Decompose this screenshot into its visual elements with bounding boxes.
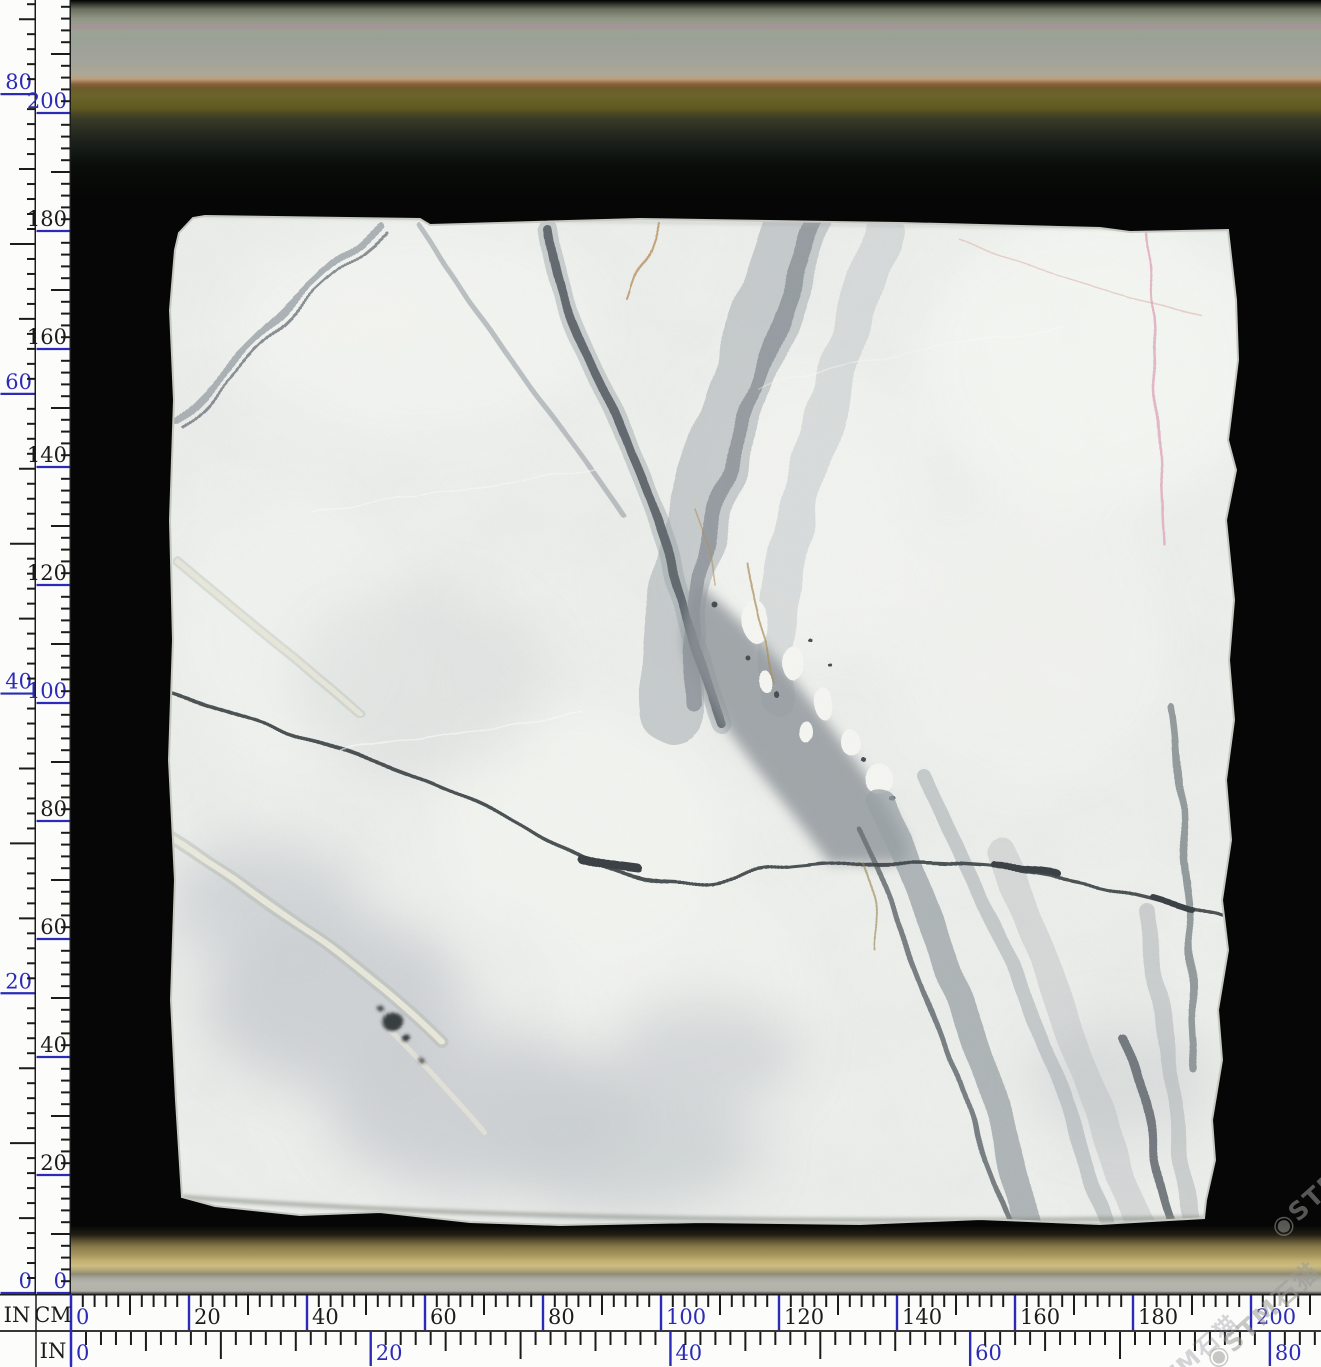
- svg-text:80: 80: [1275, 1341, 1302, 1365]
- scan-artifact-bands-top: [71, 0, 1321, 200]
- svg-text:180: 180: [27, 207, 67, 231]
- svg-text:60: 60: [975, 1341, 1002, 1365]
- svg-text:20: 20: [5, 969, 32, 993]
- vertical-rulers: 020406080020406080100120140160180200: [0, 0, 71, 1294]
- svg-text:80: 80: [548, 1305, 575, 1329]
- svg-text:140: 140: [902, 1305, 942, 1329]
- svg-text:0: 0: [76, 1341, 89, 1365]
- svg-text:200: 200: [1256, 1305, 1296, 1329]
- marble-slab-photo: [160, 210, 1240, 1230]
- svg-text:20: 20: [194, 1305, 221, 1329]
- svg-text:60: 60: [430, 1305, 457, 1329]
- svg-text:160: 160: [27, 325, 67, 349]
- svg-text:20: 20: [376, 1341, 403, 1365]
- horizontal-rulers: 020406080100120140160180200020406080INCM…: [0, 1294, 1321, 1367]
- svg-text:40: 40: [675, 1341, 702, 1365]
- svg-text:100: 100: [666, 1305, 706, 1329]
- svg-text:140: 140: [27, 443, 67, 467]
- svg-text:0: 0: [19, 1269, 32, 1293]
- svg-text:IN: IN: [4, 1303, 31, 1327]
- svg-text:160: 160: [1020, 1305, 1060, 1329]
- svg-text:IN: IN: [40, 1339, 67, 1363]
- svg-text:200: 200: [27, 89, 67, 113]
- svg-text:180: 180: [1138, 1305, 1178, 1329]
- svg-text:0: 0: [76, 1305, 89, 1329]
- svg-text:60: 60: [5, 370, 32, 394]
- svg-text:CM: CM: [34, 1303, 72, 1327]
- slab-scan-viewport: ◉STM石猫 ◉STM石猫 ◉STM石猫 0204060800204060801…: [0, 0, 1321, 1367]
- svg-text:120: 120: [784, 1305, 824, 1329]
- svg-text:100: 100: [27, 679, 67, 703]
- svg-text:40: 40: [312, 1305, 339, 1329]
- svg-text:120: 120: [27, 561, 67, 585]
- scan-artifact-bands-bottom: [71, 1225, 1321, 1294]
